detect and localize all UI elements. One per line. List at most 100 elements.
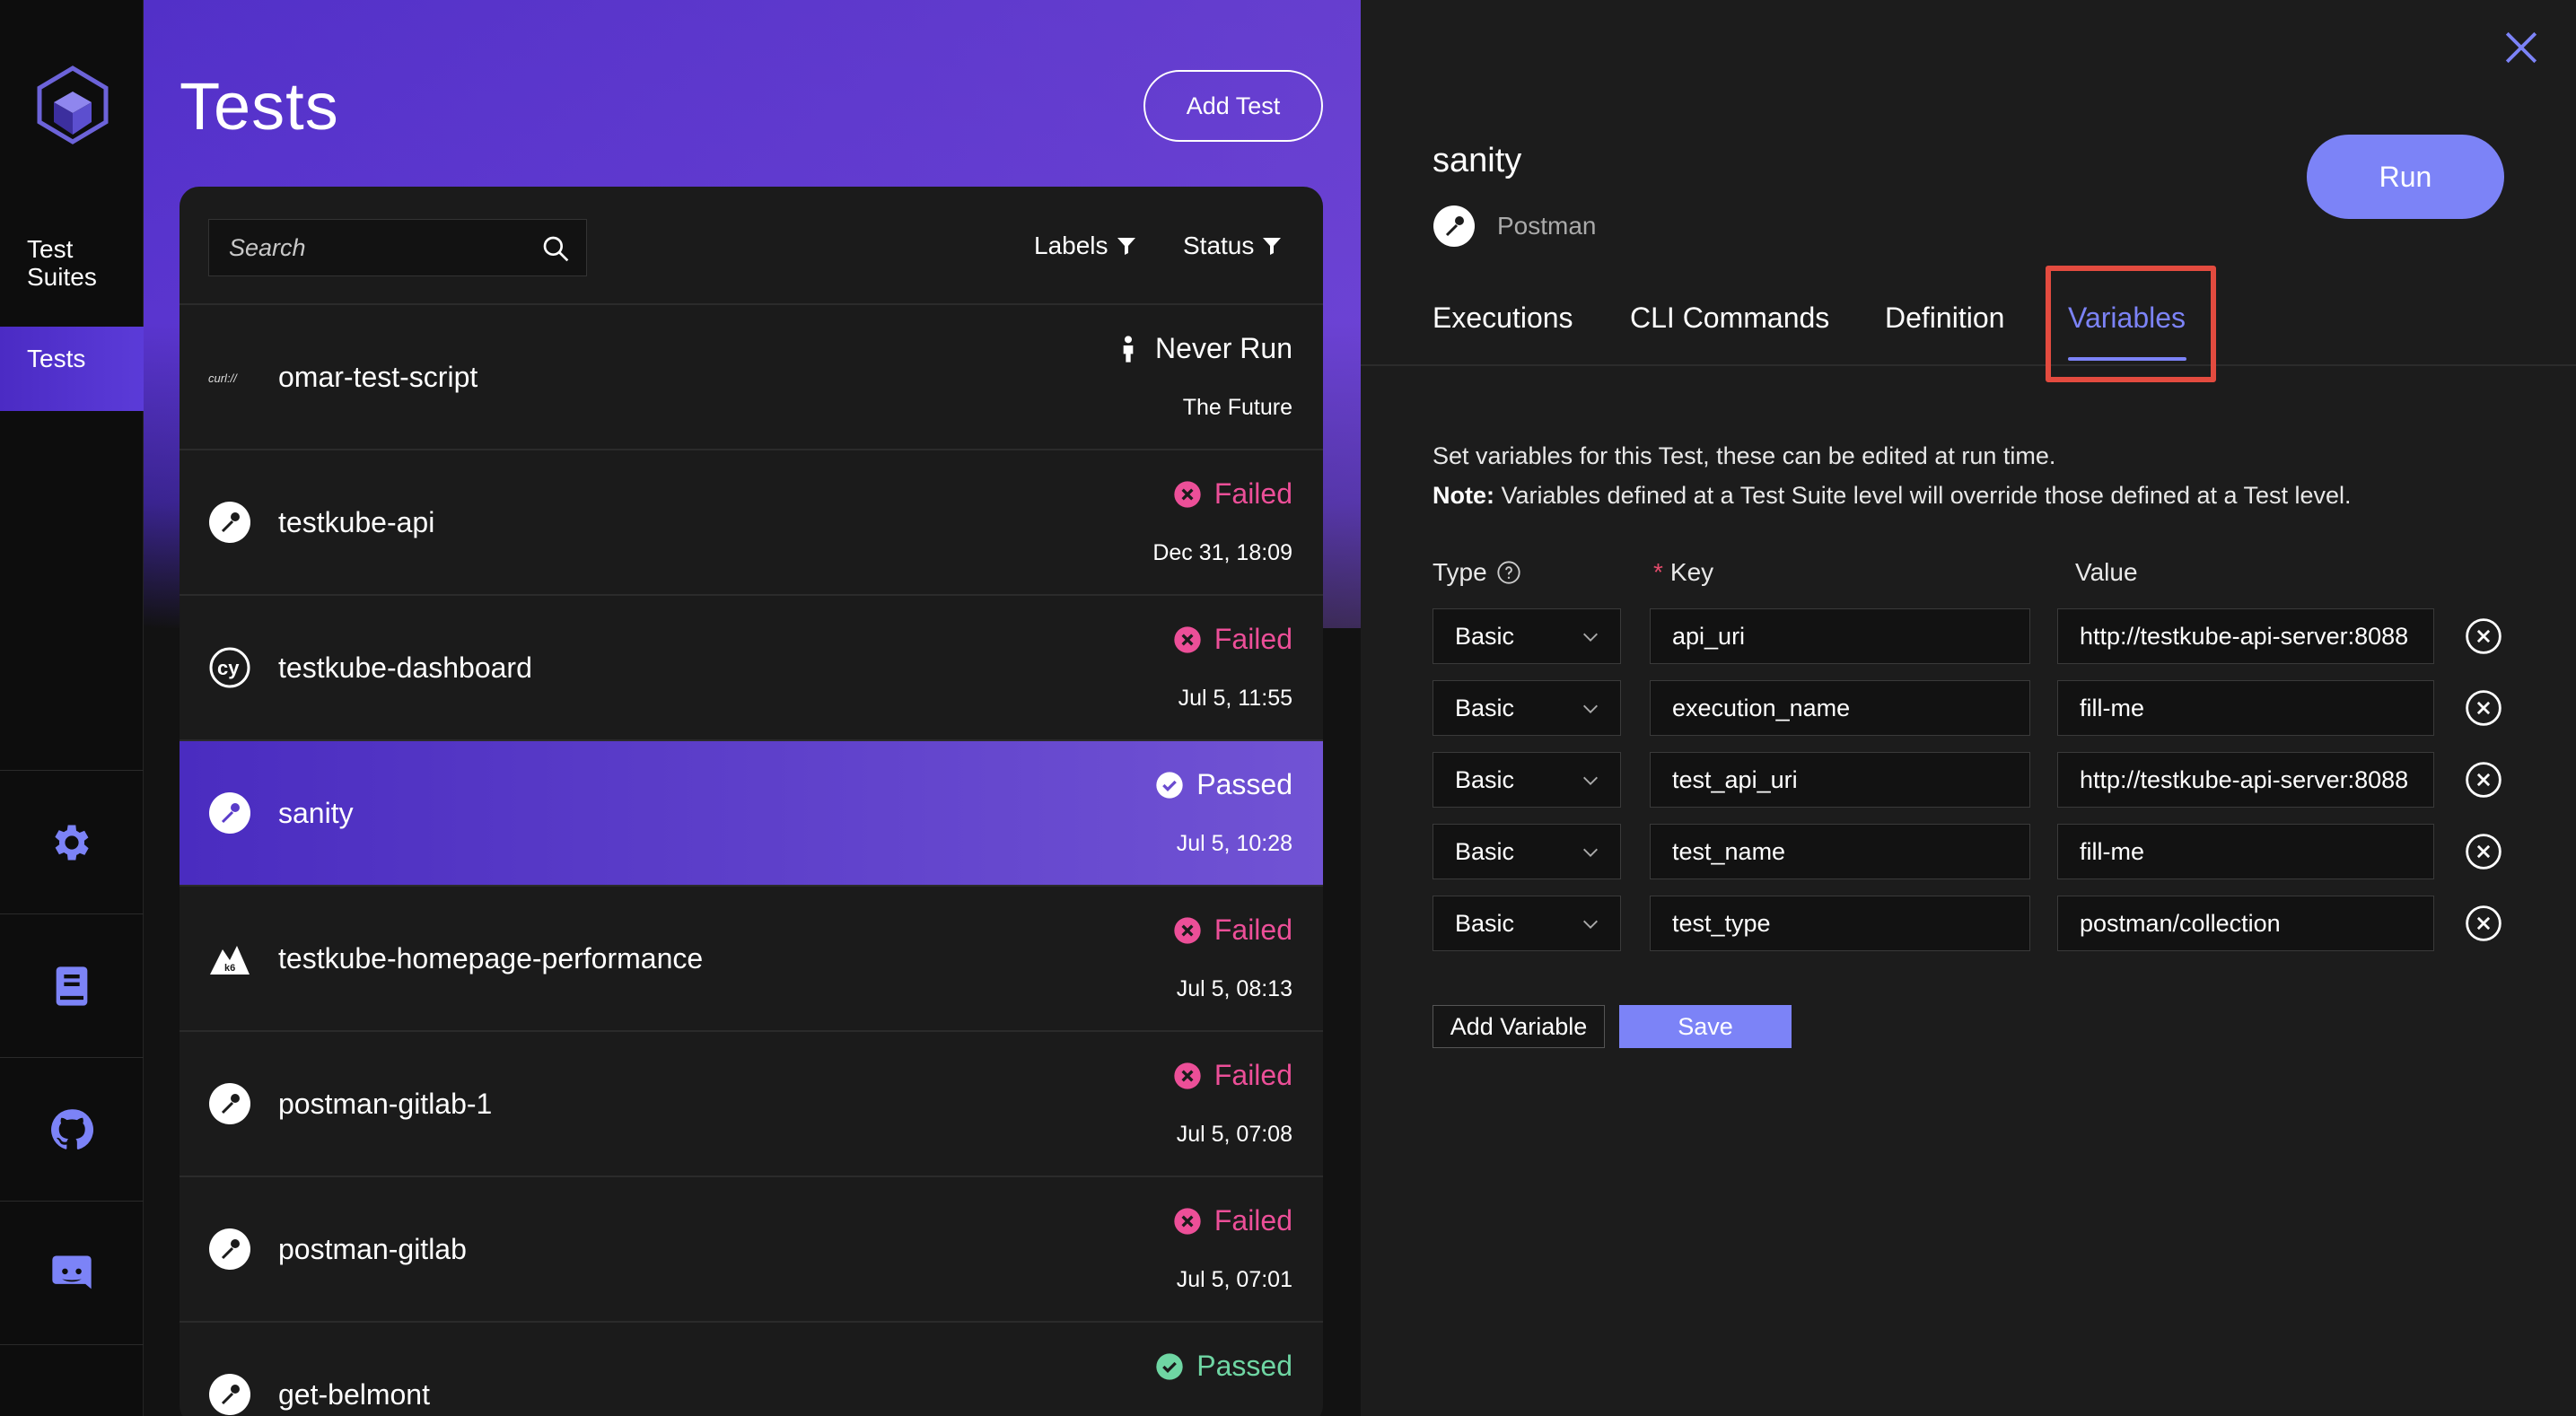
variable-type-value: Basic — [1455, 695, 1515, 721]
chevron-down-icon — [1583, 704, 1598, 713]
variable-value-input[interactable]: fill-me — [2057, 680, 2434, 736]
failed-icon — [1174, 1062, 1201, 1089]
discord-icon — [52, 1255, 92, 1289]
docs-nav-button[interactable] — [0, 914, 144, 1058]
variable-type-value: Basic — [1455, 623, 1515, 650]
chevron-down-icon — [1583, 633, 1598, 642]
search-input[interactable] — [229, 233, 525, 262]
variable-type-select[interactable]: Basic — [1433, 680, 1621, 736]
failed-icon — [1174, 916, 1201, 944]
table-row[interactable]: testkube-api Failed Dec 31, 18:09 — [180, 450, 1323, 596]
postman-icon — [209, 1228, 250, 1270]
filter-icon — [1117, 238, 1135, 255]
test-type: Postman — [1433, 205, 1597, 248]
variable-type-value: Basic — [1455, 910, 1515, 937]
svg-text:curl://: curl:// — [208, 371, 238, 385]
filter-icon — [1263, 238, 1282, 255]
postman-icon — [209, 1083, 250, 1124]
add-variable-button[interactable]: Add Variable — [1433, 1005, 1605, 1048]
status-text: Failed — [1214, 1204, 1292, 1237]
status-badge: Never Run — [1114, 332, 1292, 365]
remove-variable-icon[interactable] — [2465, 905, 2502, 942]
note-label: Note: — [1433, 482, 1494, 509]
variable-value-input[interactable]: http://testkube-api-server:8088 — [2057, 608, 2434, 664]
nav-bottom-icons — [0, 770, 144, 1345]
table-row[interactable]: cy testkube-dashboard Failed Jul 5, 11:5… — [180, 596, 1323, 741]
last-run-date: Jul 5, 10:28 — [1176, 831, 1292, 856]
table-row[interactable]: postman-gitlab-1 Failed Jul 5, 07:08 — [180, 1032, 1323, 1177]
variable-value-input[interactable]: postman/collection — [2057, 896, 2434, 951]
remove-variable-icon[interactable] — [2465, 689, 2502, 727]
variable-type-select[interactable]: Basic — [1433, 824, 1621, 879]
status-badge: Failed — [1173, 477, 1292, 511]
settings-nav-button[interactable] — [0, 771, 144, 914]
nav-item-tests[interactable]: Tests — [0, 327, 144, 411]
passed-icon — [1156, 1352, 1183, 1380]
search-icon[interactable] — [541, 234, 570, 263]
variable-row: Basic test_api_uri http://testkube-api-s… — [1433, 752, 2510, 808]
variable-key-input[interactable]: test_name — [1650, 824, 2030, 879]
variable-value-input[interactable]: fill-me — [2057, 824, 2434, 879]
remove-variable-icon[interactable] — [2465, 761, 2502, 799]
variables-tab-highlight-box — [2046, 266, 2216, 382]
tests-toolbar: Labels Status — [180, 187, 1323, 305]
status-filter[interactable]: Status — [1183, 232, 1283, 260]
testkube-logo-icon[interactable] — [36, 65, 110, 145]
table-row[interactable]: postman-gitlab Failed Jul 5, 07:01 — [180, 1177, 1323, 1323]
help-icon[interactable] — [1496, 560, 1521, 585]
variable-type-select[interactable]: Basic — [1433, 752, 1621, 808]
save-button[interactable]: Save — [1619, 1005, 1792, 1048]
variable-type-select[interactable]: Basic — [1433, 896, 1621, 951]
test-name: testkube-api — [278, 506, 435, 538]
close-icon[interactable] — [2502, 29, 2540, 66]
postman-icon — [1433, 205, 1475, 247]
status-badge: Failed — [1173, 913, 1292, 947]
tab-executions[interactable]: Executions — [1433, 302, 1573, 335]
github-nav-button[interactable] — [0, 1058, 144, 1202]
status-text: Passed — [1196, 768, 1292, 800]
test-detail-drawer: sanity Postman Run Executions CLI Comman… — [1361, 0, 2576, 1416]
variable-key-input[interactable]: execution_name — [1650, 680, 2030, 736]
add-test-button[interactable]: Add Test — [1143, 70, 1323, 142]
tab-cli-commands[interactable]: CLI Commands — [1630, 302, 1829, 335]
discord-nav-button[interactable] — [0, 1202, 144, 1345]
table-row-selected[interactable]: sanity Passed Jul 5, 10:28 — [180, 741, 1323, 887]
status-badge: Failed — [1173, 1204, 1292, 1237]
nav-item-test-suites[interactable]: Test Suites — [0, 235, 144, 312]
key-header-label: Key — [1669, 558, 1714, 586]
person-icon — [1123, 335, 1134, 363]
detail-tabs: Executions CLI Commands Definition Varia… — [1361, 269, 2576, 366]
table-row[interactable]: k6 testkube-homepage-performance Failed … — [180, 887, 1323, 1032]
variable-row: Basic api_uri http://testkube-api-server… — [1433, 608, 2510, 664]
remove-variable-icon[interactable] — [2465, 617, 2502, 655]
tab-definition[interactable]: Definition — [1885, 302, 2004, 335]
gear-icon — [55, 825, 89, 860]
nav-item-label: Test Suites — [27, 235, 97, 291]
remove-variable-icon[interactable] — [2465, 833, 2502, 870]
variable-row: Basic test_name fill-me — [1433, 824, 2510, 879]
chevron-down-icon — [1583, 848, 1598, 857]
test-title: sanity — [1433, 142, 1522, 179]
required-marker: * — [1653, 558, 1663, 586]
value-column-header: Value — [2075, 558, 2138, 586]
run-button[interactable]: Run — [2307, 135, 2504, 219]
variable-key-input[interactable]: test_type — [1650, 896, 2030, 951]
variable-row: Basic execution_name fill-me — [1433, 680, 2510, 736]
last-run-date: Jul 5, 07:08 — [1176, 1122, 1292, 1147]
test-name: testkube-homepage-performance — [278, 942, 704, 975]
variable-key-input[interactable]: api_uri — [1650, 608, 2030, 664]
table-row[interactable]: curl:// omar-test-script Never Run The F… — [180, 305, 1323, 450]
variable-value-input[interactable]: http://testkube-api-server:8088 — [2057, 752, 2434, 808]
note-line: Note: Variables defined at a Test Suite … — [1433, 476, 2352, 515]
variable-type-select[interactable]: Basic — [1433, 608, 1621, 664]
variable-key-input[interactable]: test_api_uri — [1650, 752, 2030, 808]
table-row[interactable]: get-belmont Passed — [180, 1323, 1323, 1416]
note-text: Variables defined at a Test Suite level … — [1494, 482, 2352, 509]
page-title: Tests — [180, 69, 339, 144]
test-name: postman-gitlab-1 — [278, 1088, 493, 1120]
test-name: sanity — [278, 797, 354, 829]
variable-type-value: Basic — [1455, 838, 1515, 865]
last-run-date: Jul 5, 07:01 — [1176, 1267, 1292, 1292]
labels-filter[interactable]: Labels — [1034, 232, 1137, 260]
last-run-date: Dec 31, 18:09 — [1152, 540, 1292, 565]
